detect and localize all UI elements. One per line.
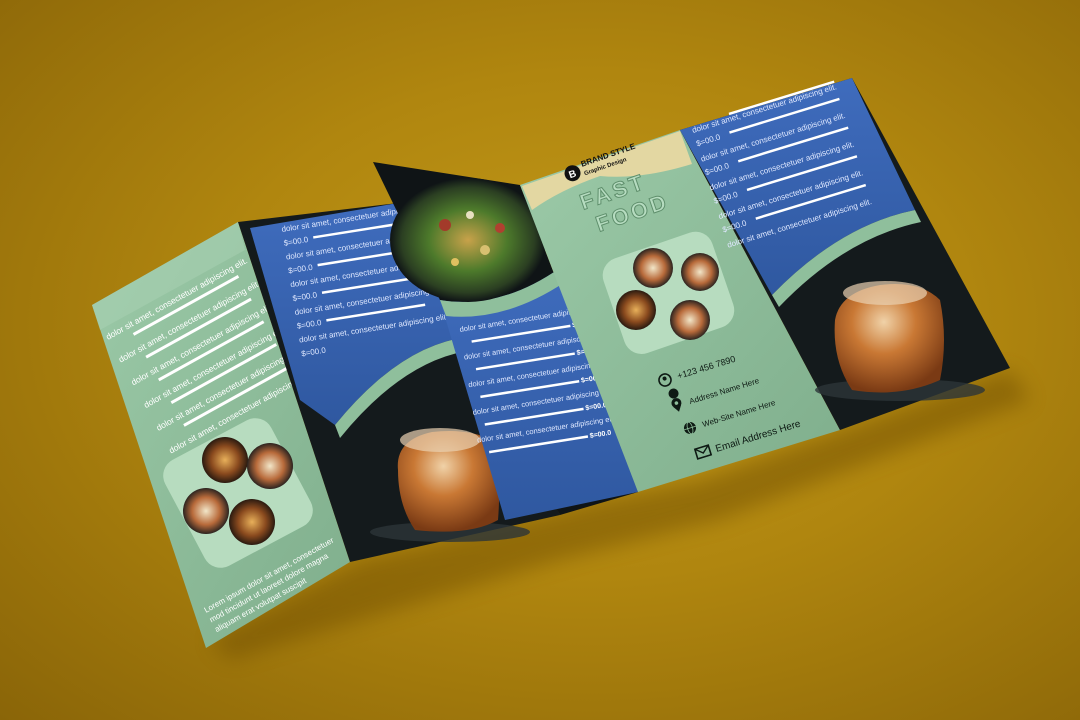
salad-bowl-image — [390, 178, 546, 302]
brochure-mockup-scene: dolor sit amet, consectetuer adipiscing … — [92, 78, 1030, 660]
